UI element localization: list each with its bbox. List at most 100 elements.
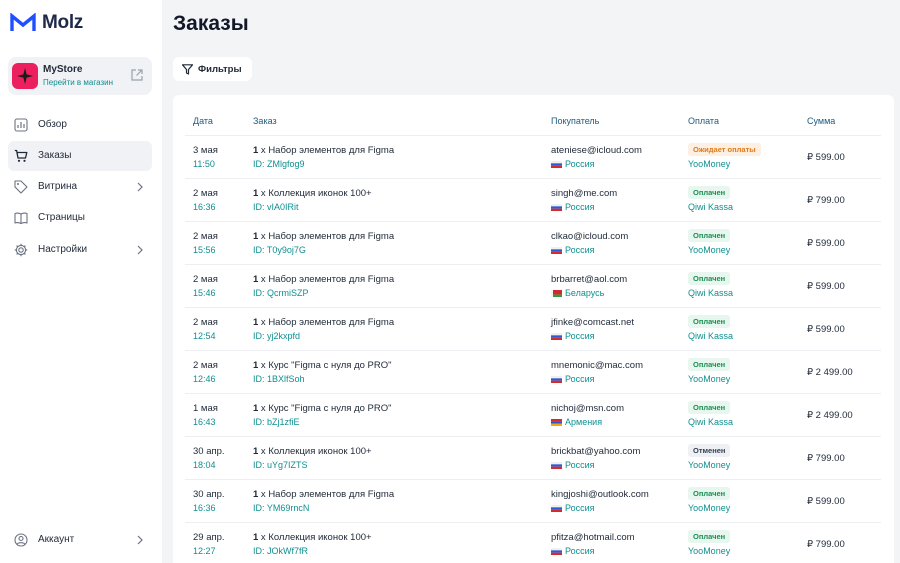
buyer-country: Россия	[551, 503, 595, 513]
order-id: ID: yj2kxpfd	[253, 331, 301, 341]
sidebar-item-orders[interactable]: Заказы	[8, 141, 152, 171]
order-id: ID: bZj1zfiE	[253, 417, 300, 427]
buyer-country-name: Россия	[565, 159, 595, 169]
order-item[interactable]: 1 x Курс "Figma с нуля до PRO"	[253, 360, 392, 371]
order-item[interactable]: 1 x Набор элементов для Figma	[253, 274, 394, 285]
tag-icon	[14, 180, 28, 194]
sidebar-item-label: Витрина	[38, 181, 78, 192]
buyer-country: Россия	[551, 374, 595, 384]
buyer-country: Россия	[551, 331, 595, 341]
buyer-country: Россия	[551, 245, 595, 255]
page-title: Заказы	[173, 12, 249, 35]
order-item[interactable]: 1 x Курс "Figma с нуля до PRO"	[253, 403, 392, 414]
payment-status-badge: Оплачен	[688, 487, 731, 500]
chevron-right-icon	[137, 245, 143, 255]
table-row[interactable]: 30 апр. 16:36 1 x Набор элементов для Figm…	[185, 479, 881, 522]
buyer-email: pfitza@hotmail.com	[551, 532, 635, 543]
flag-russia-icon	[551, 332, 562, 340]
order-product: x Коллекция иконок 100+	[258, 532, 372, 543]
order-time: 11:50	[193, 159, 215, 169]
table-row[interactable]: 2 мая 12:54 1 x Набор элементов для Figma I…	[185, 307, 881, 350]
table-row[interactable]: 2 мая 15:46 1 x Набор элементов для Figma I…	[185, 264, 881, 307]
table-row[interactable]: 1 мая 16:43 1 x Курс "Figma с нуля до PRO"…	[185, 393, 881, 436]
buyer-country-name: Россия	[565, 245, 595, 255]
flag-russia-icon	[551, 547, 562, 555]
cart-icon	[14, 149, 28, 162]
order-product: x Набор элементов для Figma	[258, 317, 395, 328]
order-id: ID: 1BXlfSoh	[253, 374, 305, 384]
payment-method: YooMoney	[688, 546, 731, 556]
flag-russia-icon	[551, 504, 562, 512]
column-header-order[interactable]: Заказ	[253, 116, 277, 126]
store-link[interactable]: Перейти в магазин	[43, 78, 113, 87]
sidebar-item-pages[interactable]: Страницы	[8, 203, 152, 233]
buyer-email: brbarret@aol.com	[551, 274, 628, 285]
order-item[interactable]: 1 x Набор элементов для Figma	[253, 317, 394, 328]
order-id: ID: YM69rncN	[253, 503, 310, 513]
column-header-payment[interactable]: Оплата	[688, 116, 719, 126]
sparkle-icon	[17, 68, 33, 84]
order-product: x Набор элементов для Figma	[258, 274, 395, 285]
order-item[interactable]: 1 x Коллекция иконок 100+	[253, 446, 372, 457]
order-time: 12:54	[193, 331, 216, 341]
store-card[interactable]: MyStore Перейти в магазин	[8, 57, 152, 95]
order-product: x Набор элементов для Figma	[258, 489, 395, 500]
order-sum: ₽ 599.00	[807, 238, 845, 249]
sidebar-item-settings[interactable]: Настройки	[8, 235, 152, 265]
order-sum: ₽ 2 499.00	[807, 367, 853, 378]
payment-method: YooMoney	[688, 374, 731, 384]
order-sum: ₽ 599.00	[807, 281, 845, 292]
sidebar-item-account[interactable]: Аккаунт	[8, 525, 152, 555]
filters-label: Фильтры	[198, 63, 242, 75]
table-row[interactable]: 2 мая 12:46 1 x Курс "Figma с нуля до PRO"…	[185, 350, 881, 393]
buyer-country-name: Армения	[565, 417, 603, 427]
order-time: 16:36	[193, 202, 216, 212]
order-product: x Курс "Figma с нуля до PRO"	[258, 403, 392, 414]
column-header-sum[interactable]: Сумма	[807, 116, 835, 126]
buyer-country: Россия	[551, 202, 595, 212]
buyer-country: Россия	[551, 460, 595, 470]
payment-status-badge: Оплачен	[688, 315, 731, 328]
order-sum: ₽ 599.00	[807, 324, 845, 335]
order-time: 12:27	[193, 546, 216, 556]
table-row[interactable]: 29 апр. 12:27 1 x Коллекция иконок 100+ ID:…	[185, 522, 881, 563]
order-item[interactable]: 1 x Коллекция иконок 100+	[253, 188, 372, 199]
order-item[interactable]: 1 x Коллекция иконок 100+	[253, 532, 372, 543]
order-date: 3 мая	[193, 145, 218, 156]
buyer-email: kingjoshi@outlook.com	[551, 489, 649, 500]
order-item[interactable]: 1 x Набор элементов для Figma	[253, 489, 394, 500]
sidebar-item-storefront[interactable]: Витрина	[8, 172, 152, 202]
order-id: ID: QcrmiSZP	[253, 288, 309, 298]
table-row[interactable]: 30 апр. 18:04 1 x Коллекция иконок 100+ ID:…	[185, 436, 881, 479]
external-link-icon[interactable]	[130, 68, 144, 82]
buyer-country-name: Россия	[565, 202, 595, 212]
table-row[interactable]: 2 мая 15:56 1 x Набор элементов для Figma I…	[185, 221, 881, 264]
sidebar-item-overview[interactable]: Обзор	[8, 110, 152, 140]
column-header-buyer[interactable]: Покупатель	[551, 116, 599, 126]
order-id: ID: uYg7IZTS	[253, 460, 308, 470]
order-item[interactable]: 1 x Набор элементов для Figma	[253, 231, 394, 242]
order-date: 29 апр.	[193, 532, 225, 543]
order-time: 16:36	[193, 503, 216, 513]
order-id: ID: JOkWf7fR	[253, 546, 309, 556]
flag-russia-icon	[551, 461, 562, 469]
filter-icon	[182, 63, 193, 75]
filters-button[interactable]: Фильтры	[173, 57, 252, 81]
logo[interactable]: Molz	[10, 12, 83, 34]
payment-method: YooMoney	[688, 159, 731, 169]
payment-status-badge: Оплачен	[688, 272, 731, 285]
table-row[interactable]: 3 мая 11:50 1 x Набор элементов для Figma I…	[185, 135, 881, 178]
table-row[interactable]: 2 мая 16:36 1 x Коллекция иконок 100+ ID: v…	[185, 178, 881, 221]
order-date: 2 мая	[193, 317, 218, 328]
buyer-country-name: Россия	[565, 331, 595, 341]
payment-status-badge: Отменен	[688, 444, 731, 457]
column-header-date[interactable]: Дата	[193, 116, 213, 126]
buyer-country: Россия	[551, 159, 595, 169]
user-icon	[14, 533, 28, 547]
buyer-country: Беларусь	[551, 288, 604, 298]
orders-table: Дата Заказ Покупатель Оплата Сумма 3 мая…	[173, 95, 894, 563]
buyer-country: Армения	[551, 417, 602, 427]
order-product: x Коллекция иконок 100+	[258, 188, 372, 199]
order-item[interactable]: 1 x Набор элементов для Figma	[253, 145, 394, 156]
order-date: 2 мая	[193, 360, 218, 371]
